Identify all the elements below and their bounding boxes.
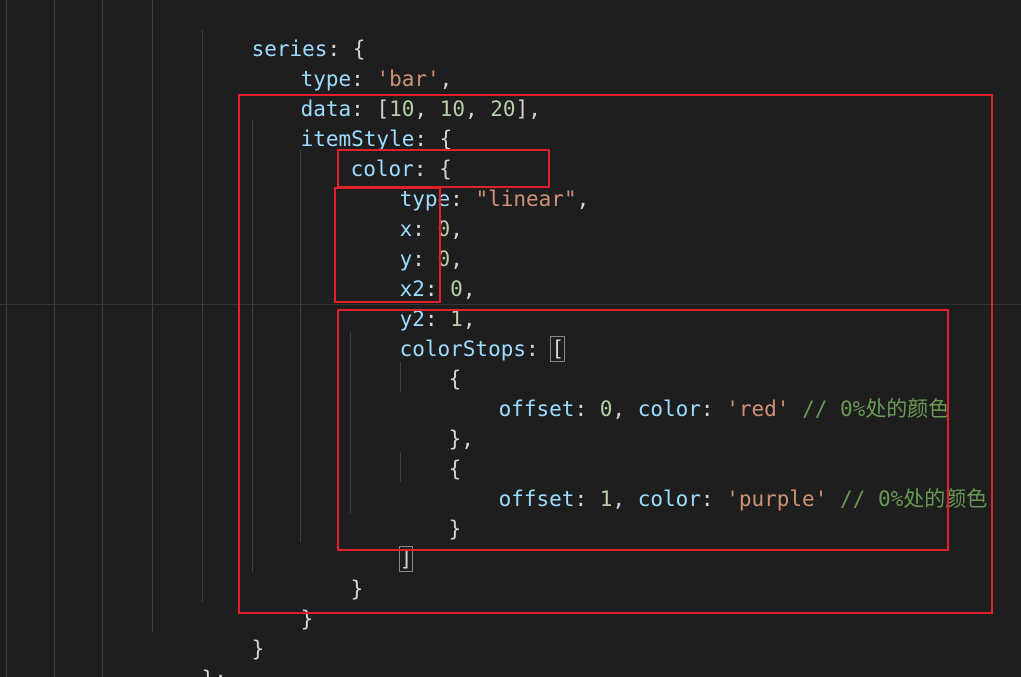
punct-token: , bbox=[464, 97, 491, 121]
matched-bracket: ] bbox=[398, 546, 414, 572]
code-line[interactable]: y2: 1, bbox=[349, 274, 476, 331]
punct-token: } bbox=[300, 607, 314, 631]
code-line[interactable]: { bbox=[398, 334, 462, 391]
punct-token: }; bbox=[202, 667, 227, 677]
code-line[interactable]: }, bbox=[398, 394, 474, 451]
code-line[interactable]: { bbox=[398, 424, 462, 481]
punct-token: : bbox=[700, 397, 727, 421]
punct-token: , bbox=[612, 487, 638, 511]
code-line[interactable]: } bbox=[300, 544, 364, 601]
comment-token: // 0%处的颜色 bbox=[840, 487, 988, 511]
property-token: color bbox=[637, 487, 701, 511]
code-editor[interactable]: series: { type: 'bar', data: [10, 10, 20… bbox=[0, 0, 1021, 677]
property-token: color bbox=[637, 397, 701, 421]
number-token: 20 bbox=[490, 97, 516, 121]
code-line[interactable]: y: 0, bbox=[349, 214, 463, 271]
property-token: offset bbox=[498, 487, 575, 511]
punct-token: } bbox=[448, 517, 462, 541]
code-line[interactable]: } bbox=[250, 574, 314, 631]
punct-token: , bbox=[576, 187, 590, 211]
code-line[interactable]: offset: 0, color: 'red' // 0%处的颜色 bbox=[448, 364, 950, 421]
code-line[interactable]: colorStops: [ bbox=[349, 304, 565, 362]
code-line[interactable]: color: { bbox=[300, 124, 452, 181]
indent-guide bbox=[252, 120, 253, 572]
code-line[interactable]: ] bbox=[349, 514, 414, 572]
code-line[interactable]: }; bbox=[151, 634, 227, 677]
indent-guide bbox=[6, 0, 7, 677]
punct-token: : bbox=[574, 487, 600, 511]
code-line[interactable]: offset: 1, color: 'purple' // 0%处的颜色 bbox=[448, 454, 988, 511]
code-line[interactable]: data: [10, 10, 20], bbox=[250, 64, 541, 121]
punct-token: } bbox=[251, 637, 265, 661]
string-token: "linear" bbox=[475, 187, 577, 211]
indent-guide bbox=[202, 30, 203, 602]
code-line[interactable]: itemStyle: { bbox=[250, 94, 453, 151]
code-line[interactable]: } bbox=[398, 484, 462, 541]
code-line[interactable]: x2: 0, bbox=[349, 244, 476, 301]
property-token: offset bbox=[498, 397, 575, 421]
punct-token: , bbox=[612, 397, 638, 421]
punct-token: ], bbox=[515, 97, 541, 121]
punct-token: : bbox=[526, 337, 552, 361]
comment-token: // 0%处的颜色 bbox=[802, 397, 950, 421]
matched-bracket: [ bbox=[550, 336, 565, 362]
code-line[interactable]: type: "linear", bbox=[349, 154, 590, 211]
number-token: 0 bbox=[599, 397, 613, 421]
punct-token bbox=[827, 487, 840, 511]
indent-guide bbox=[102, 0, 103, 677]
code-line[interactable]: type: 'bar', bbox=[250, 34, 453, 91]
punct-token: } bbox=[350, 577, 364, 601]
indent-guide bbox=[152, 0, 153, 632]
string-token: 'purple' bbox=[726, 487, 828, 511]
code-line[interactable]: x: 0, bbox=[349, 184, 463, 241]
code-line[interactable]: series: { bbox=[201, 4, 366, 61]
punct-token bbox=[789, 397, 802, 421]
code-line[interactable]: } bbox=[201, 604, 265, 661]
indent-guide bbox=[54, 0, 55, 677]
string-token: 'red' bbox=[726, 397, 790, 421]
number-token: 1 bbox=[599, 487, 613, 511]
punct-token: : bbox=[574, 397, 600, 421]
punct-token: : bbox=[700, 487, 727, 511]
